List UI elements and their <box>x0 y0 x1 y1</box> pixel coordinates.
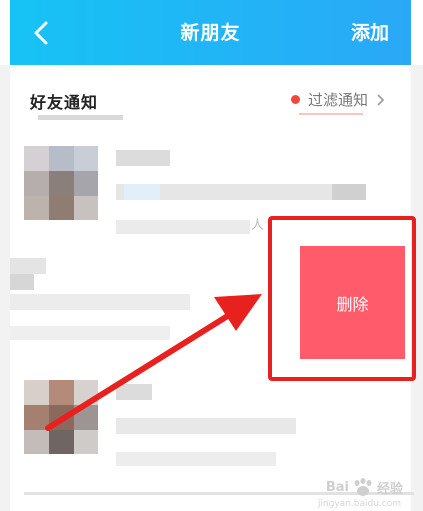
section-divider <box>38 115 123 120</box>
screen: 新朋友 添加 好友通知 过滤通知 人 删除 Bai 经验 jingyan.bai… <box>0 0 423 511</box>
chevron-right-icon <box>377 93 385 106</box>
row-trailing-text: 人 <box>251 218 265 233</box>
add-button[interactable]: 添加 <box>351 18 389 45</box>
section-title: 好友通知 <box>30 93 99 112</box>
message-placeholder <box>332 184 366 200</box>
filter-label: 过滤通知 <box>307 91 368 109</box>
left-margin <box>0 65 10 511</box>
avatar <box>24 146 98 220</box>
message-placeholder <box>124 184 160 200</box>
message-placeholder <box>10 326 170 340</box>
message-placeholder <box>116 418 296 434</box>
delete-button[interactable]: 删除 <box>300 246 405 359</box>
friend-notifications-header: 好友通知 过滤通知 <box>10 65 411 123</box>
watermark-url: jingyan.baidu.com <box>317 499 401 509</box>
header-bar: 新朋友 添加 <box>10 0 411 65</box>
filter-notifications-link[interactable]: 过滤通知 <box>290 89 385 110</box>
name-placeholder <box>116 150 170 166</box>
name-placeholder <box>10 258 46 274</box>
filter-underline <box>299 113 363 115</box>
name-placeholder <box>10 274 34 290</box>
message-placeholder <box>116 220 250 234</box>
paw-logo-icon <box>354 478 372 496</box>
watermark-logo: Bai 经验 <box>326 477 403 497</box>
message-placeholder <box>116 452 276 466</box>
message-placeholder <box>10 294 190 310</box>
red-dot-icon <box>290 95 300 104</box>
name-placeholder <box>116 384 152 400</box>
avatar <box>24 380 98 454</box>
